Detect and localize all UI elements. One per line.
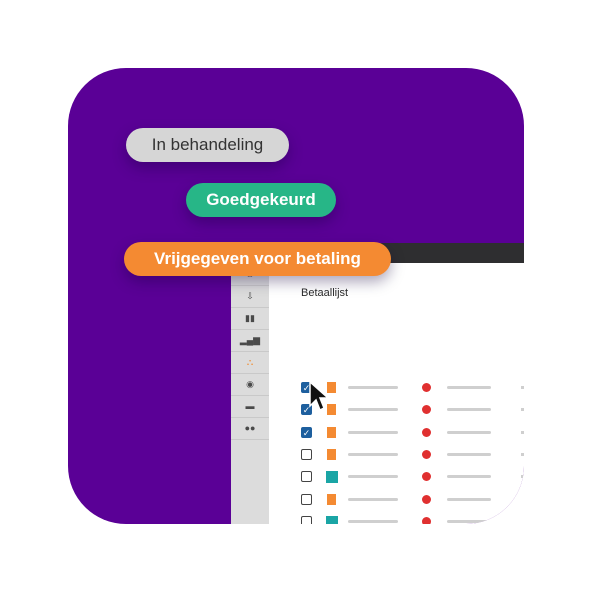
- bar-chart-icon[interactable]: ▂▄▆: [231, 329, 269, 352]
- row-checkbox[interactable]: ✓: [301, 426, 312, 438]
- clock-icon: [422, 494, 431, 504]
- status-badge-released: Vrijgegeven voor betaling: [124, 242, 391, 276]
- placeholder-dot: [521, 408, 524, 412]
- placeholder-dot: [521, 386, 524, 389]
- placeholder-text-bar: [348, 408, 398, 412]
- mouse-cursor-icon: [309, 380, 330, 412]
- placeholder-text-bar: [348, 497, 398, 501]
- clock-icon: [422, 472, 431, 482]
- list-item[interactable]: ✓: [301, 403, 524, 419]
- placeholder-dot: [521, 519, 524, 523]
- placeholder-amount-bar: [447, 475, 491, 479]
- placeholder-amount-bar: [447, 452, 491, 456]
- placeholder-amount-bar: [447, 497, 491, 501]
- placeholder-amount-bar: [447, 408, 491, 412]
- placeholder-text-bar: [348, 430, 398, 434]
- placeholder-dot: [521, 430, 524, 434]
- placeholder-text-bar: [348, 475, 398, 479]
- handshake-icon[interactable]: ◉: [231, 373, 269, 396]
- placeholder-text-bar: [348, 386, 398, 389]
- sidebar: ⌂ ⇩ ▮▮ ▂▄▆ ⛬ ◉ ▬ ●●: [231, 263, 269, 524]
- download-icon[interactable]: ⇩: [231, 285, 269, 308]
- list-item[interactable]: [301, 470, 524, 486]
- app-window: ⌂ ⇩ ▮▮ ▂▄▆ ⛬ ◉ ▬ ●● Betaallijst ✓ ✓ ✓: [231, 243, 524, 524]
- document-icon: [327, 426, 336, 438]
- status-badge-label: In behandeling: [151, 135, 264, 154]
- list-item[interactable]: [301, 493, 524, 509]
- clock-icon: [422, 405, 431, 415]
- list-item[interactable]: [301, 515, 524, 524]
- users-icon[interactable]: ●●: [231, 417, 269, 440]
- placeholder-amount-bar: [447, 386, 491, 389]
- bank-icon[interactable]: ⛬: [231, 351, 269, 374]
- status-badge-approved: Goedgekeurd: [186, 183, 336, 217]
- status-badge-label: Goedgekeurd: [206, 190, 316, 209]
- approved-document-icon: [326, 515, 338, 524]
- page-title: Betaallijst: [301, 287, 349, 299]
- approved-document-icon: [326, 471, 338, 484]
- book-icon[interactable]: ▮▮: [231, 307, 269, 330]
- placeholder-text-bar: [348, 452, 398, 456]
- row-checkbox[interactable]: [301, 493, 312, 505]
- row-checkbox[interactable]: [301, 515, 312, 524]
- placeholder-amount-bar: [447, 430, 491, 434]
- clock-icon: [422, 516, 431, 524]
- status-badge-label: Vrijgegeven voor betaling: [154, 249, 361, 268]
- clock-icon: [422, 427, 431, 437]
- row-checkbox[interactable]: [301, 448, 312, 460]
- placeholder-dot: [521, 497, 524, 501]
- list-item[interactable]: ✓: [301, 381, 524, 397]
- document-icon: [327, 493, 336, 505]
- placeholder-amount-bar: [447, 519, 491, 523]
- placeholder-text-bar: [348, 519, 398, 523]
- status-badge-pending: In behandeling: [126, 128, 289, 162]
- clock-icon: [422, 449, 431, 459]
- truck-icon[interactable]: ▬: [231, 395, 269, 418]
- document-icon: [327, 448, 336, 460]
- clock-icon: [422, 383, 431, 392]
- row-checkbox[interactable]: [301, 471, 312, 483]
- list-item[interactable]: ✓: [301, 426, 524, 442]
- placeholder-dot: [521, 452, 524, 456]
- placeholder-dot: [521, 475, 524, 479]
- list-item[interactable]: [301, 448, 524, 464]
